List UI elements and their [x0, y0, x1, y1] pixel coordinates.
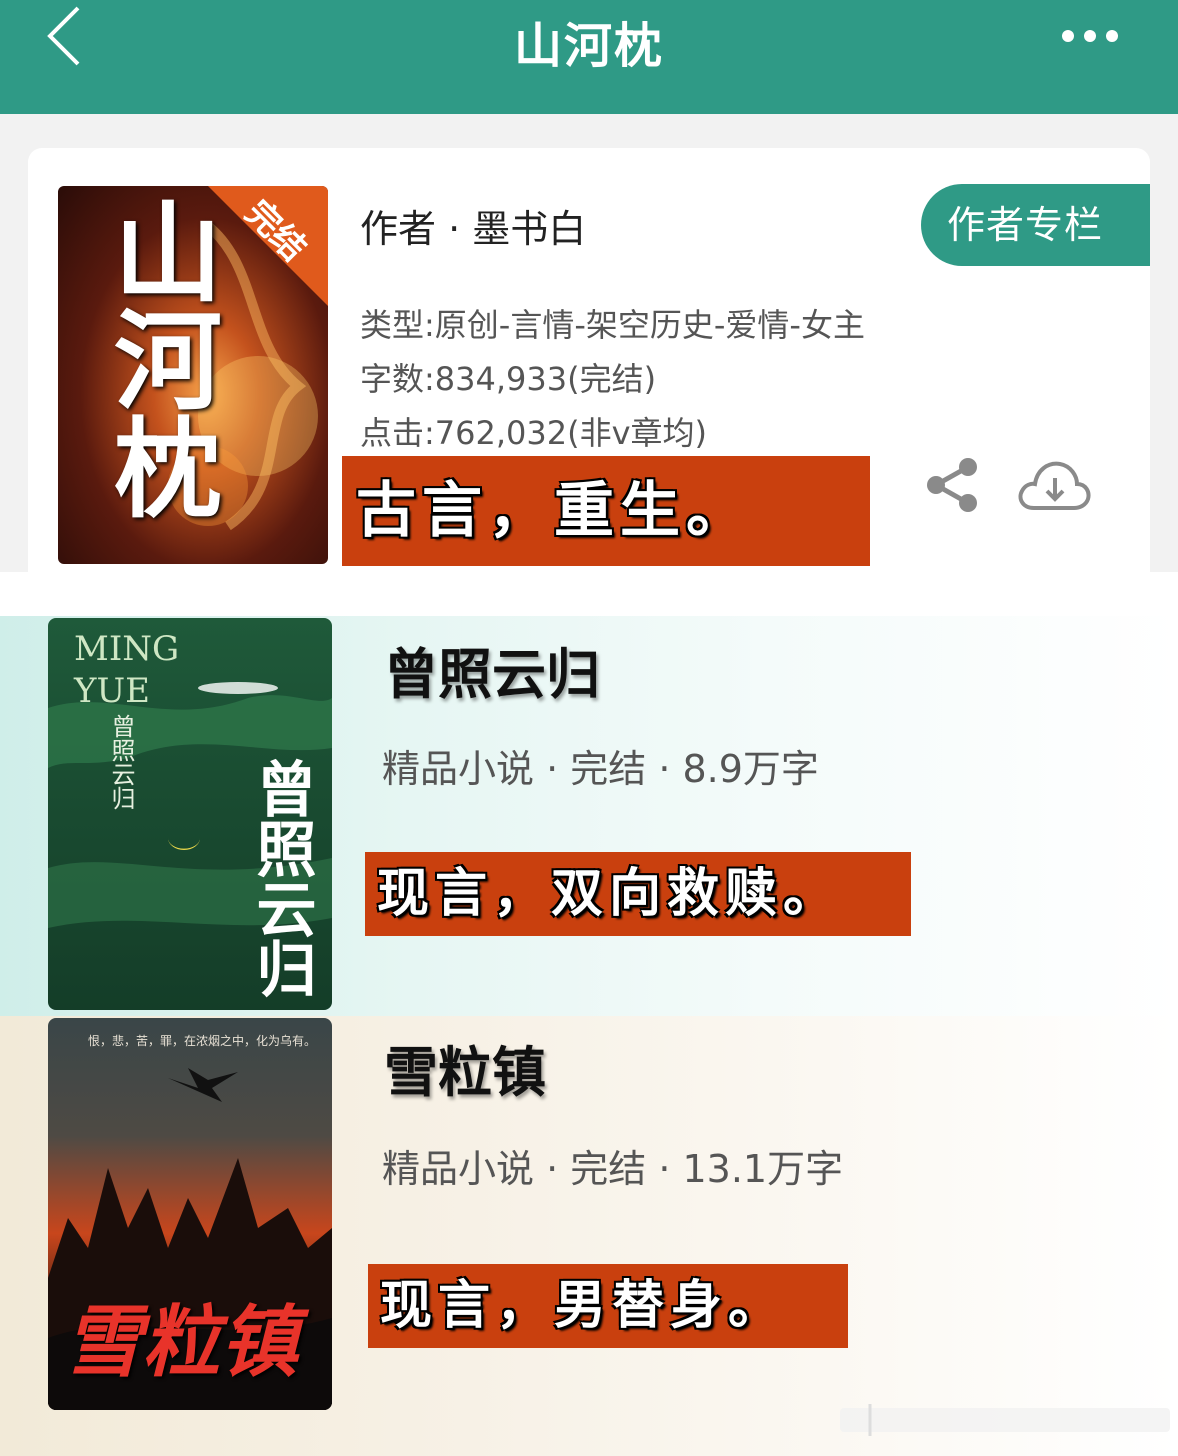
book-title[interactable]: 雪粒镇	[384, 1028, 546, 1107]
more-dots-icon[interactable]	[1060, 26, 1120, 46]
book-word-count: 字数:834,933(完结)	[360, 360, 657, 398]
cover-title-calligraphy: 雪粒镇	[64, 1297, 299, 1388]
book-cover-shanhezhen[interactable]: 完结 山河枕	[58, 186, 328, 564]
book-type: 类型:原创-言情-架空历史-爱情-女主	[360, 306, 865, 344]
tag-label: 现言，男替身。	[368, 1264, 848, 1348]
cloud-download-icon[interactable]	[1016, 456, 1092, 516]
cover-title-calligraphy: 曾照云归	[246, 758, 316, 998]
book-meta: 精品小说 · 完结 · 8.9万字	[382, 747, 819, 791]
book-clicks: 点击:762,032(非v章均)	[360, 414, 708, 452]
tag-label: 现言，双向救赎。	[365, 852, 911, 936]
book-meta: 精品小说 · 完结 · 13.1万字	[382, 1147, 844, 1191]
book-cover-cengzhaoyungui[interactable]: MING YUE 曾照云归 曾照云归	[48, 618, 332, 1010]
cover-small-title: 曾照云归	[107, 714, 135, 810]
author-name[interactable]: 作者 · 墨书白	[360, 198, 586, 253]
page-title: 山河枕	[513, 18, 664, 74]
book-title[interactable]: 曾照云归	[384, 630, 600, 709]
cover-title-calligraphy: 山河枕	[96, 196, 222, 520]
cover-english-title: MING YUE	[74, 629, 180, 711]
top-bar: 山河枕	[0, 0, 1178, 114]
tag-label: 古言，重生。	[342, 456, 870, 566]
book-cover-xuelizhen[interactable]: 恨，悲，苦，罪，在浓烟之中，化为乌有。 雪粒镇	[48, 1018, 332, 1410]
watermark	[840, 1404, 1170, 1436]
share-icon[interactable]	[922, 456, 982, 514]
cover-top-line: 恨，悲，苦，罪，在浓烟之中，化为乌有。	[88, 1034, 317, 1048]
author-column-button[interactable]: 作者专栏	[921, 184, 1150, 266]
